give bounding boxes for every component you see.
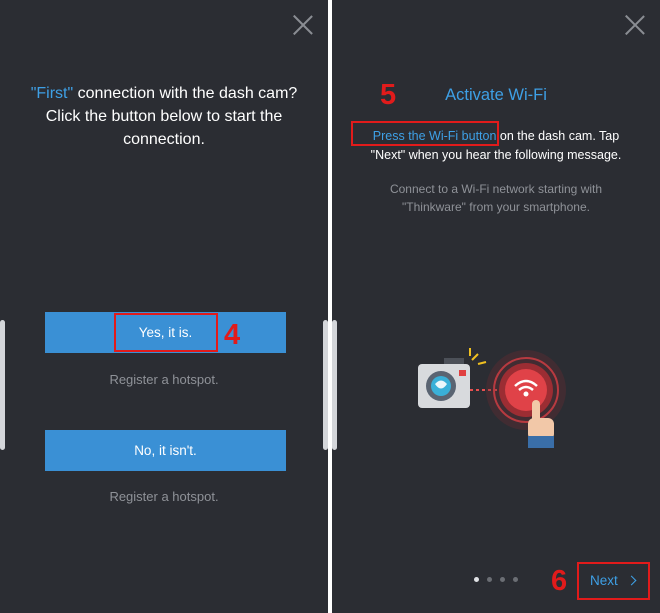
close-icon[interactable]	[292, 14, 314, 36]
dash-cam-icon	[418, 358, 470, 408]
no-button[interactable]: No, it isn't.	[45, 430, 286, 471]
message-line2: "Thinkware" from your smartphone.	[402, 200, 590, 214]
wifi-message: Connect to a Wi-Fi network starting with…	[332, 180, 660, 216]
instruction-rest: on the dash cam. Tap	[496, 129, 620, 143]
question-line1: connection with the dash cam?	[73, 85, 298, 102]
question-line3: connection.	[123, 131, 205, 148]
message-line1: Connect to a Wi-Fi network starting with	[389, 182, 603, 196]
register-hotspot-link-2[interactable]: Register a hotspot.	[0, 489, 328, 504]
question-accent: "First"	[30, 85, 74, 102]
page-indicator	[474, 577, 518, 582]
register-hotspot-link-1[interactable]: Register a hotspot.	[0, 372, 328, 387]
annotation-box-next	[577, 562, 650, 600]
activate-wifi-screen: 5 Activate Wi-Fi Press the Wi-Fi button …	[332, 0, 660, 613]
page-title: Activate Wi-Fi	[445, 86, 547, 104]
close-icon[interactable]	[624, 14, 646, 36]
wifi-button-icon	[486, 350, 566, 430]
side-handle	[332, 320, 337, 450]
side-handle-right	[323, 320, 328, 450]
side-handle-left	[0, 320, 5, 450]
annotation-box-yes	[114, 313, 218, 352]
page-dot-4	[513, 577, 518, 582]
step-marker-4: 4	[224, 319, 241, 351]
annotation-box-wifi	[351, 121, 499, 146]
step-marker-6: 6	[551, 565, 568, 597]
page-dot-2	[487, 577, 492, 582]
page-dot-1	[474, 577, 479, 582]
connection-question-screen: "First" connection with the dash cam? Cl…	[0, 0, 328, 613]
wifi-button-illustration	[418, 348, 566, 448]
connection-question: "First" connection with the dash cam? Cl…	[0, 82, 328, 151]
instruction-line2: "Next" when you hear the following messa…	[370, 148, 622, 162]
page-dot-3	[500, 577, 505, 582]
question-line2: Click the button below to start the	[45, 108, 283, 125]
